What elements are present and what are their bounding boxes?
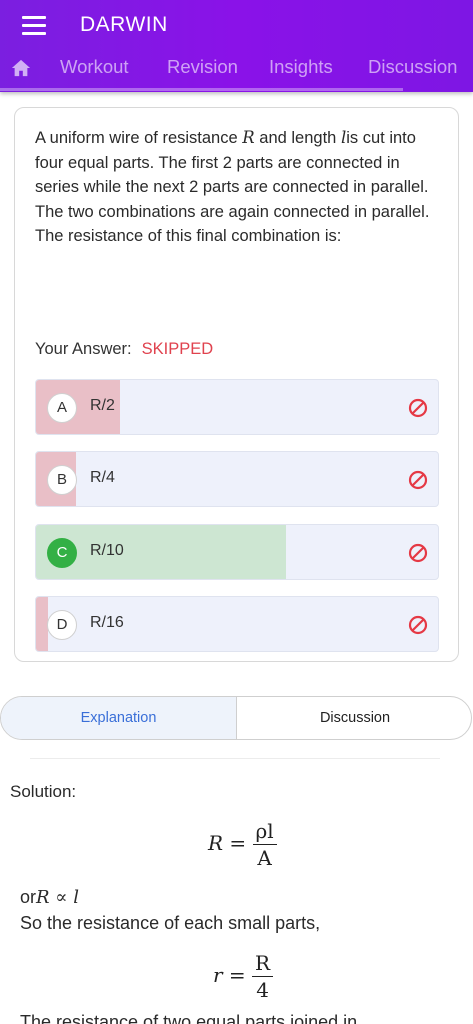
solution-line-proportional: orR ∝ l — [20, 887, 79, 908]
question-text: A uniform wire of resistance R and lengt… — [35, 128, 430, 245]
option-b[interactable]: B R/4 — [35, 451, 439, 507]
option-d-letter: D — [47, 610, 77, 640]
option-a-letter: A — [47, 393, 77, 423]
option-a-label: R/2 — [90, 397, 115, 414]
option-b-label: R/4 — [90, 469, 115, 486]
app-title: DARWIN — [80, 13, 168, 36]
option-c-letter: C — [47, 538, 77, 568]
your-answer: Your Answer: SKIPPED — [35, 340, 213, 359]
tab-discussion-explanation[interactable]: Discussion — [237, 697, 471, 739]
option-b-letter: B — [47, 465, 77, 495]
eq1-numerator: ρl — [252, 818, 277, 845]
tab-insights[interactable]: Insights — [269, 56, 333, 78]
tab-explanation[interactable]: Explanation — [1, 697, 237, 739]
home-icon[interactable] — [10, 58, 32, 78]
ban-icon — [408, 470, 428, 490]
app-bar: DARWIN Workout Revision Insights Discuss… — [0, 0, 473, 92]
tab-discussion[interactable]: Discussion — [368, 56, 457, 78]
ban-icon — [408, 543, 428, 563]
eq2-denominator: 4 — [256, 978, 269, 1002]
option-c[interactable]: C R/10 — [35, 524, 439, 580]
tab-workout[interactable]: Workout — [60, 56, 129, 78]
solution-title: Solution: — [10, 782, 77, 801]
option-d-label: R/16 — [90, 614, 124, 631]
option-c-label: R/10 — [90, 542, 124, 559]
question-card: A uniform wire of resistance R and lengt… — [14, 107, 459, 662]
ban-icon — [408, 398, 428, 418]
explanation-tab-switcher: Explanation Discussion — [0, 696, 472, 740]
eq2-numerator: R — [252, 950, 274, 977]
your-answer-label: Your Answer: — [35, 340, 132, 358]
divider — [30, 758, 440, 759]
option-a[interactable]: A R/2 — [35, 379, 439, 435]
ban-icon — [408, 615, 428, 635]
equation-resistance: R = ρl A — [208, 818, 277, 871]
option-d[interactable]: D R/16 — [35, 596, 439, 652]
solution-line-partial: The resistance of two equal parts joined… — [20, 1012, 358, 1024]
tab-revision[interactable]: Revision — [167, 56, 238, 78]
tab-scroll-indicator — [0, 88, 403, 91]
your-answer-status: SKIPPED — [141, 340, 214, 358]
solution-line-each-part: So the resistance of each small parts, — [20, 913, 321, 933]
equation-small-part: r = R4 — [213, 950, 274, 1003]
eq1-denominator: A — [257, 846, 272, 870]
hamburger-menu-icon[interactable] — [22, 16, 46, 36]
